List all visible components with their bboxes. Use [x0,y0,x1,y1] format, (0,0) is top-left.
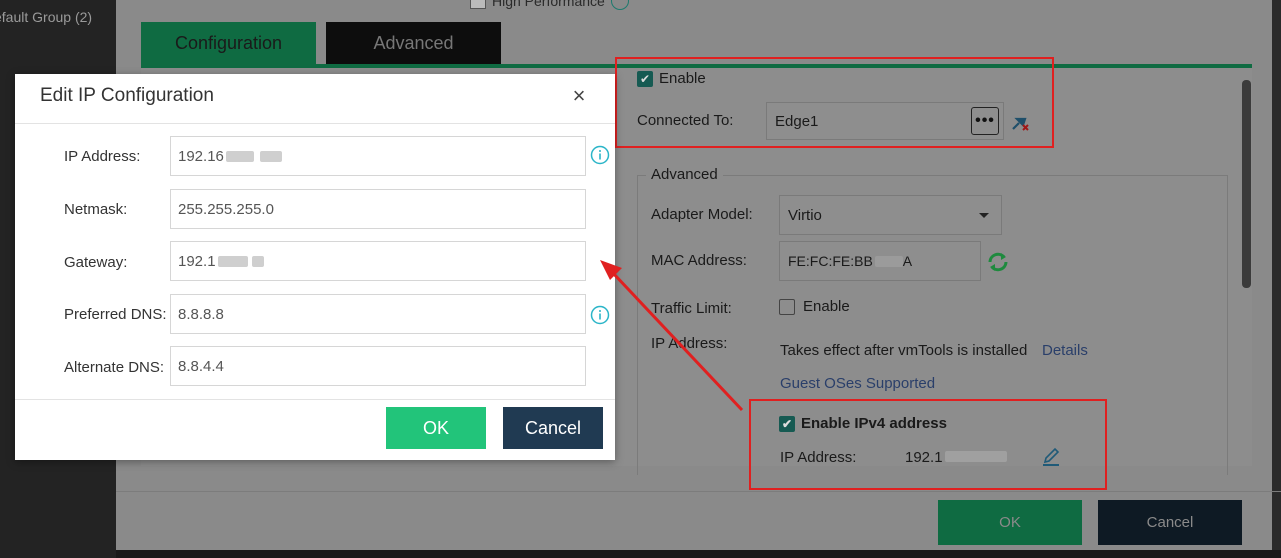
sidebar-group-label[interactable]: efault Group (2) [0,9,92,25]
high-performance-checkbox[interactable] [470,0,486,9]
redacted-mask [259,150,282,162]
redacted-mask [874,255,903,267]
redacted-mask [217,255,248,267]
high-performance-option[interactable]: High Performance [470,0,629,10]
preferred-dns-field-label: Preferred DNS: [64,306,167,323]
highlight-box-connection [615,57,1054,148]
mac-address-label: MAC Address: [651,252,747,269]
chevron-down-icon [979,213,989,218]
background-cancel-button[interactable]: Cancel [1098,500,1242,545]
edit-ip-dialog: Edit IP Configuration × IP Address: 192.… [15,74,615,460]
traffic-enable-label: Enable [803,298,850,315]
ok-button[interactable]: OK [386,407,486,449]
alternate-dns-input[interactable]: 8.8.4.4 [170,346,586,386]
dialog-title: Edit IP Configuration [40,85,214,106]
netmask-input[interactable]: 255.255.255.0 [170,189,586,229]
traffic-enable-checkbox[interactable] [779,298,795,315]
ip-address-field-label: IP Address: [64,148,141,165]
ip-address-input[interactable]: 192.16 [170,136,586,176]
ip-address-input-value: 192.16 [178,147,224,165]
gateway-field-label: Gateway: [64,254,128,271]
advanced-legend: Advanced [646,166,723,183]
sidebar-bottom-bar [116,550,1281,558]
cancel-button[interactable]: Cancel [503,407,603,449]
details-link[interactable]: Details [1042,342,1088,359]
background-ok-button[interactable]: OK [938,500,1082,545]
preferred-dns-input[interactable]: 8.8.8.8 [170,294,586,334]
mac-address-value: FE:FC:FE:BB [788,253,873,269]
panel-scrollbar[interactable] [1242,80,1251,288]
adapter-model-select[interactable]: Virtio [779,195,1002,235]
info-icon[interactable] [610,0,629,10]
right-edge-strip [1272,0,1281,550]
traffic-limit-label: Traffic Limit: [651,300,732,317]
preferred-dns-input-value: 8.8.8.8 [178,305,224,323]
traffic-limit-option[interactable]: Enable [779,298,850,315]
ip-address-label: IP Address: [651,335,728,352]
guest-os-link[interactable]: Guest OSes Supported [780,375,935,392]
tab-advanced[interactable]: Advanced [326,22,501,64]
highlight-box-ipv4 [749,399,1107,490]
high-performance-label: High Performance [492,0,605,9]
netmask-input-value: 255.255.255.0 [178,200,274,218]
mac-address-tail: A [902,253,913,269]
tab-configuration[interactable]: Configuration [141,22,316,64]
netmask-field-label: Netmask: [64,201,128,218]
mac-address-field[interactable]: FE:FC:FE:BB A [779,241,981,281]
vmtools-note: Takes effect after vmTools is installed [780,342,1028,359]
redacted-mask [251,255,264,267]
adapter-model-label: Adapter Model: [651,206,753,223]
info-icon[interactable] [590,305,610,325]
close-icon[interactable]: × [571,85,587,107]
adapter-model-value: Virtio [788,206,822,224]
redacted-mask [225,150,254,162]
info-icon[interactable] [590,145,610,165]
dialog-footer-divider [116,491,1281,492]
refresh-icon[interactable] [985,249,1011,275]
dialog-header: Edit IP Configuration × [15,74,615,124]
alternate-dns-input-value: 8.8.4.4 [178,357,224,375]
alternate-dns-field-label: Alternate DNS: [64,359,165,376]
gateway-input[interactable]: 192.1 [170,241,586,281]
gateway-input-value: 192.1 [178,252,216,270]
